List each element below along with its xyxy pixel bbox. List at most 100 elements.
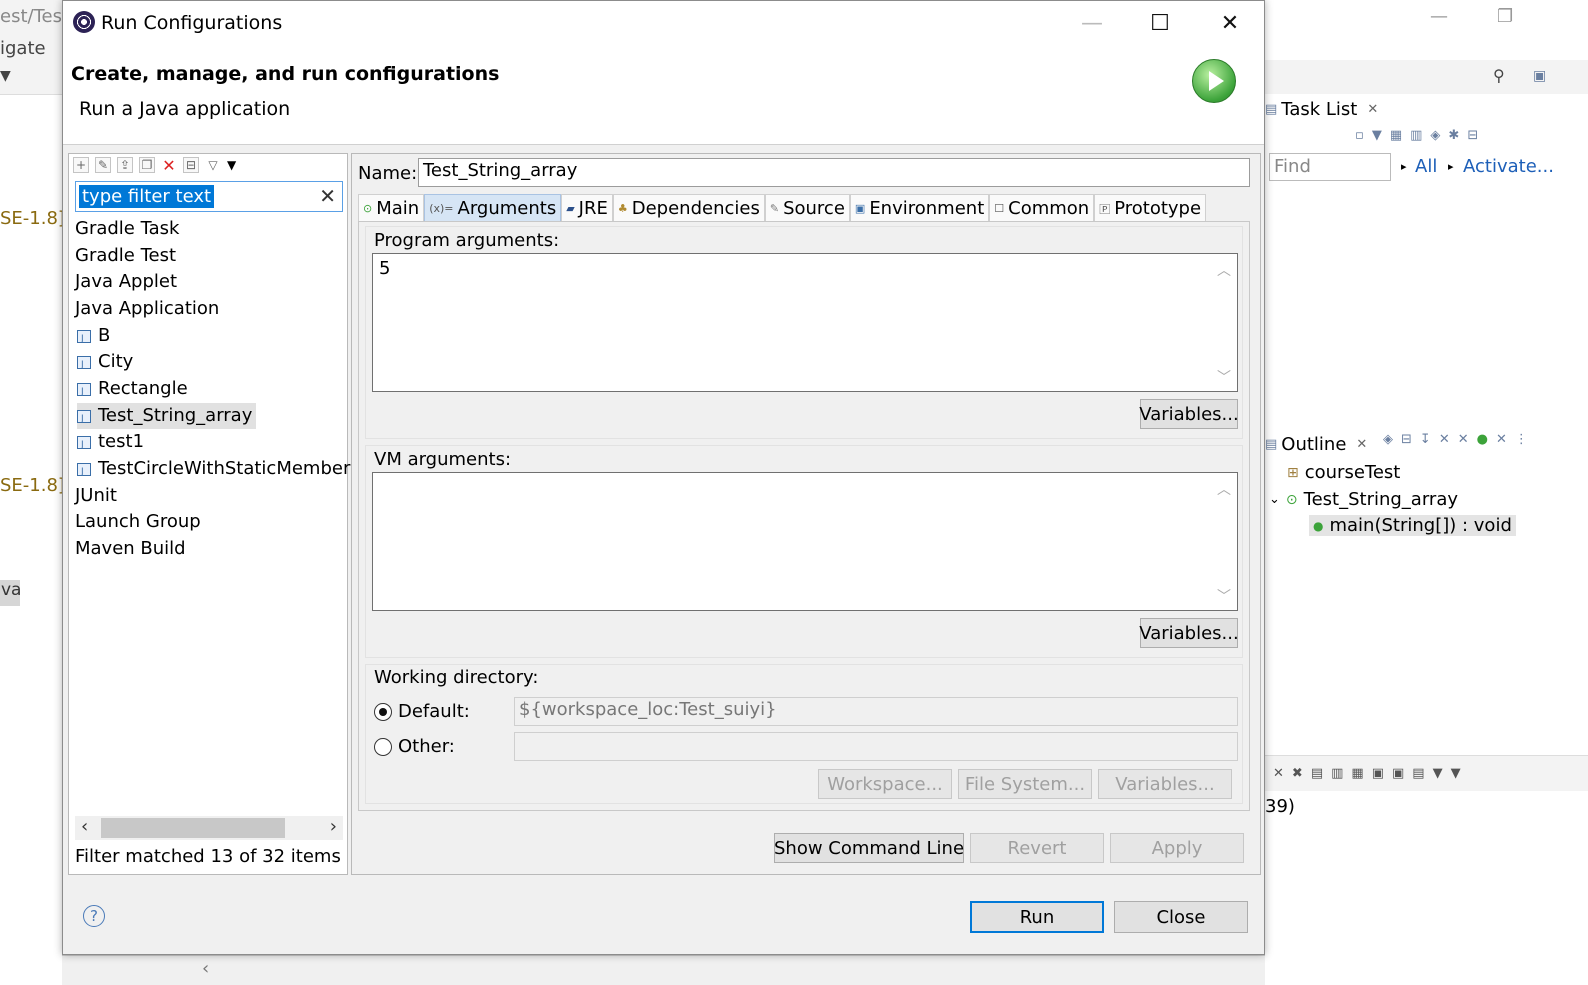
filter-input[interactable]: type filter text ✕ <box>75 181 343 212</box>
program-arguments-textarea[interactable]: 5 ︿ ﹀ <box>372 253 1238 392</box>
tree-item-test-string-array[interactable]: Test_String_array <box>77 403 257 432</box>
vm-arguments-textarea[interactable]: ︿ ﹀ <box>372 472 1238 611</box>
collapse-all-icon[interactable]: ⊟ <box>183 157 199 173</box>
duplicate-icon[interactable]: ❐ <box>139 157 155 173</box>
task-list-tab[interactable]: ▤ Task List ✕ <box>1265 94 1378 124</box>
filter-menu-chevron-down-icon[interactable]: ▼ <box>227 158 236 172</box>
show-command-line-button[interactable]: Show Command Line <box>774 833 964 863</box>
tab-jre[interactable]: ▰ JRE <box>561 194 613 222</box>
scroll-left-icon[interactable]: ‹ <box>202 958 209 979</box>
workspace-button[interactable]: Workspace... <box>818 769 952 799</box>
task-all-link[interactable]: All <box>1415 156 1437 177</box>
scheduled-icon[interactable]: ▥ <box>1410 128 1422 143</box>
task-find-input[interactable]: Find <box>1269 153 1391 181</box>
other-directory-field[interactable] <box>514 732 1238 761</box>
chevron-down-icon[interactable]: ⌄ <box>1269 492 1280 507</box>
ide-editor-tab-fragment[interactable]: va <box>0 580 21 606</box>
tab-prototype[interactable]: 🄿 Prototype <box>1094 194 1207 222</box>
other-radio-button[interactable] <box>374 737 392 756</box>
clear-console-icon[interactable]: ▤ <box>1311 766 1323 781</box>
display-console-icon[interactable]: ▼ <box>1433 766 1443 781</box>
view-menu-icon[interactable]: ⋮ <box>1515 432 1528 447</box>
tree-horizontal-scrollbar[interactable]: ‹ › <box>75 816 343 840</box>
tab-main[interactable]: ⊙ Main <box>358 194 425 222</box>
scroll-up-icon[interactable]: ︿ <box>1217 479 1231 499</box>
program-variables-button[interactable]: Variables... <box>1139 399 1239 429</box>
tree-item-java-application[interactable]: Java Application <box>75 296 219 322</box>
outline-item-package[interactable]: ⊞ courseTest <box>1287 462 1400 483</box>
help-icon[interactable]: ? <box>83 905 105 927</box>
file-system-button[interactable]: File System... <box>958 769 1092 799</box>
tree-item-java-applet[interactable]: Java Applet <box>75 269 177 295</box>
sort-icon[interactable]: ↧ <box>1420 432 1431 447</box>
tree-item-junit[interactable]: JUnit <box>75 483 117 509</box>
scroll-down-icon[interactable]: ﹀ <box>1217 586 1231 606</box>
collapse-icon[interactable]: ⊟ <box>1467 128 1478 143</box>
search-icon[interactable]: ⚲ <box>1493 66 1505 85</box>
minimize-icon[interactable]: — <box>1074 9 1110 37</box>
ide-menu-navigate[interactable]: igate <box>0 38 46 59</box>
open-perspective-icon[interactable]: ▣ <box>1533 68 1546 84</box>
tree-item-launch-group[interactable]: Launch Group <box>75 509 201 535</box>
open-console-icon[interactable]: ▼ <box>1451 766 1461 781</box>
dialog-titlebar[interactable]: Run Configurations — ☐ ✕ <box>63 1 1264 45</box>
outline-item-method[interactable]: ● main(String[]) : void <box>1309 515 1516 536</box>
scroll-right-icon[interactable]: › <box>330 816 337 837</box>
scroll-lock-icon[interactable]: ▥ <box>1331 766 1343 781</box>
tree-item-b[interactable]: B <box>77 323 110 352</box>
pin-console-icon[interactable]: ▤ <box>1412 766 1424 781</box>
hide-fields-icon[interactable]: ✕ <box>1439 432 1450 447</box>
show-stdout-icon[interactable]: ▣ <box>1372 766 1384 781</box>
task-activate-link[interactable]: Activate... <box>1463 156 1554 177</box>
tab-arguments[interactable]: (x)= Arguments <box>424 194 562 222</box>
working-dir-variables-button[interactable]: Variables... <box>1098 769 1232 799</box>
scroll-left-icon[interactable]: ‹ <box>81 816 88 837</box>
remove-all-icon[interactable]: ✖ <box>1292 766 1303 781</box>
revert-button[interactable]: Revert <box>970 833 1104 863</box>
name-field[interactable]: Test_String_array <box>418 158 1250 187</box>
close-icon[interactable]: ✕ <box>1212 9 1248 37</box>
word-wrap-icon[interactable]: ▦ <box>1351 766 1363 781</box>
tree-item-test1[interactable]: test1 <box>77 429 144 458</box>
tab-source[interactable]: ✎ Source <box>764 194 850 222</box>
run-button[interactable]: Run <box>970 901 1104 933</box>
tree-item-city[interactable]: City <box>77 349 133 378</box>
scrollbar-thumb[interactable] <box>101 818 285 838</box>
tree-item-testcirclewithstaticmember[interactable]: TestCircleWithStaticMember <box>77 456 350 485</box>
default-radio-button[interactable] <box>374 702 392 721</box>
filter-icon[interactable]: ▽ <box>205 157 221 173</box>
ide-toolbar-dropdown-icon[interactable]: ▼ <box>0 68 11 84</box>
close-button[interactable]: Close <box>1114 901 1248 933</box>
export-icon[interactable]: ⇪ <box>117 157 133 173</box>
hide-local-icon[interactable]: ✕ <box>1496 432 1507 447</box>
new-configuration-icon[interactable]: + <box>73 157 89 173</box>
outline-item-class[interactable]: ⌄ ⊙ Test_String_array <box>1269 489 1458 510</box>
filter-icon[interactable]: ◈ <box>1383 432 1393 447</box>
new-prototype-icon[interactable]: ✎ <box>95 157 111 173</box>
tab-environment[interactable]: ▣ Environment <box>849 194 990 222</box>
hide-static-icon[interactable]: ✕ <box>1458 432 1469 447</box>
new-task-icon[interactable]: ▫ <box>1355 128 1364 143</box>
maximize-icon[interactable]: ☐ <box>1142 9 1178 37</box>
other-radio[interactable]: Other: <box>374 736 455 757</box>
tree-item-gradle-test[interactable]: Gradle Test <box>75 243 176 269</box>
tree-item-rectangle[interactable]: Rectangle <box>77 376 188 405</box>
close-icon[interactable]: ✕ <box>1367 102 1378 117</box>
tree-item-maven-build[interactable]: Maven Build <box>75 536 186 562</box>
clear-filter-icon[interactable]: ✕ <box>319 184 336 208</box>
delete-icon[interactable]: ✕ <box>161 156 177 175</box>
scroll-up-icon[interactable]: ︿ <box>1217 260 1231 280</box>
apply-button[interactable]: Apply <box>1110 833 1244 863</box>
filter-icon[interactable]: ◈ <box>1430 128 1440 143</box>
view-menu-icon[interactable]: ▼ <box>1372 128 1382 143</box>
vm-variables-button[interactable]: Variables... <box>1139 618 1239 648</box>
categorized-icon[interactable]: ▦ <box>1390 128 1402 143</box>
tab-dependencies[interactable]: ♣ Dependencies <box>612 194 765 222</box>
hide-nonpublic-icon[interactable]: ● <box>1477 432 1488 447</box>
focus-icon[interactable]: ✱ <box>1448 128 1459 143</box>
tree-item-gradle-task[interactable]: Gradle Task <box>75 216 179 242</box>
ide-restore-icon[interactable]: ❐ <box>1497 6 1513 27</box>
collapse-all-icon[interactable]: ⊟ <box>1401 432 1412 447</box>
scroll-down-icon[interactable]: ﹀ <box>1217 367 1231 387</box>
terminate-icon[interactable]: ✕ <box>1273 766 1284 781</box>
